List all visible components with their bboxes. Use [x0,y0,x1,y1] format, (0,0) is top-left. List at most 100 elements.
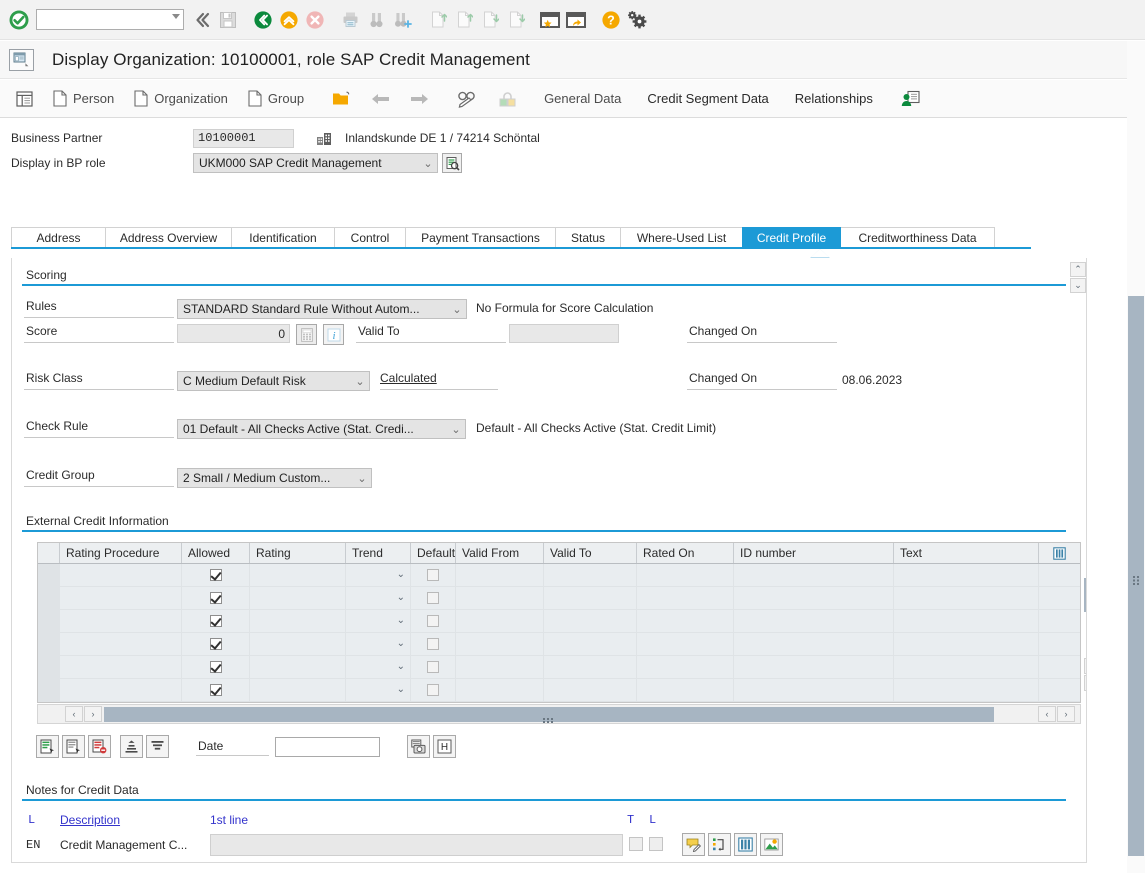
cell-rated-on[interactable] [637,633,734,655]
cell-rating[interactable] [250,679,346,701]
cell-rating-procedure[interactable] [60,679,182,701]
default-checkbox[interactable] [427,592,439,604]
table-scroll-up-button[interactable]: ⌃ [1084,658,1086,674]
cell-rating-procedure[interactable] [60,564,182,586]
cell-valid-to[interactable] [544,656,637,678]
date-input[interactable] [275,736,380,757]
cell-valid-to[interactable] [544,587,637,609]
command-field[interactable] [36,9,184,30]
cell-rated-on[interactable] [637,656,734,678]
chevron-down-icon[interactable]: ⌄ [397,592,405,603]
cell-text[interactable] [894,587,1039,609]
snapshot-button[interactable] [407,735,430,758]
table-row[interactable]: ⌄ [38,633,1080,656]
cell-id-number[interactable] [734,656,894,678]
scroll-far-right-button[interactable]: › [1057,706,1075,722]
lock-button[interactable] [492,84,524,114]
col-allowed[interactable]: Allowed [182,543,250,563]
back-double-chevron-icon[interactable] [189,6,215,34]
cell-row-selector[interactable] [38,564,60,586]
cell-rating[interactable] [250,656,346,678]
group-button[interactable]: Group [242,84,310,114]
cell-row-selector[interactable] [38,656,60,678]
cell-text[interactable] [894,610,1039,632]
business-partner-card-button[interactable] [895,84,926,114]
cell-valid-to[interactable] [544,610,637,632]
credit-group-select[interactable]: 2 Small / Medium Custom... ⌄ [177,468,372,488]
cell-rated-on[interactable] [637,679,734,701]
notes-col-description[interactable]: Description [60,813,120,827]
cell-rating[interactable] [250,564,346,586]
cell-valid-to[interactable] [544,564,637,586]
cancel-red-x-icon[interactable] [302,6,328,34]
tab-status[interactable]: Status [555,227,621,248]
history-button[interactable]: H [433,735,456,758]
tab-address[interactable]: Address [11,227,106,248]
col-rating[interactable]: Rating [250,543,346,563]
default-checkbox[interactable] [427,569,439,581]
scroll-far-left-button[interactable]: ‹ [1038,706,1056,722]
allowed-checkbox[interactable] [209,569,222,581]
default-checkbox[interactable] [427,684,439,696]
relationships-button[interactable]: Relationships [783,84,879,114]
chevron-down-icon[interactable]: ⌄ [397,661,405,672]
col-rating-procedure[interactable]: Rating Procedure [60,543,182,563]
insert-row-button[interactable] [36,735,59,758]
col-id-number[interactable]: ID number [734,543,894,563]
chevron-down-icon[interactable] [172,14,180,19]
chevron-down-icon[interactable]: ⌄ [449,423,463,436]
notes-row-first-line-input[interactable] [210,834,623,856]
cell-row-selector[interactable] [38,587,60,609]
cell-valid-from[interactable] [456,633,544,655]
table-vertical-scrollbar-thumb[interactable] [1084,578,1086,612]
display-overview-button[interactable] [10,84,39,114]
save-floppy-icon[interactable] [215,6,241,34]
cell-allowed[interactable] [182,656,250,678]
cell-allowed[interactable] [182,679,250,701]
chevron-down-icon[interactable]: ⌄ [397,684,405,695]
chevron-down-icon[interactable]: ⌄ [355,472,369,485]
notes-col-t[interactable]: T [627,813,634,827]
help-question-icon[interactable]: ? [598,6,624,34]
cell-row-selector[interactable] [38,610,60,632]
horizontal-scrollbar-thumb[interactable] [104,707,994,723]
create-shortcut-icon[interactable] [563,6,589,34]
cell-default[interactable] [411,656,456,678]
notes-col-l[interactable]: L [649,813,656,827]
first-page-icon[interactable] [424,6,450,34]
chevron-down-icon[interactable]: ⌄ [353,375,367,388]
find-next-binoculars-icon[interactable] [389,6,415,34]
cell-row-selector[interactable] [38,679,60,701]
tab-credit-profile[interactable]: Credit Profile [742,227,841,248]
cell-default[interactable] [411,564,456,586]
notes-row-t-checkbox[interactable] [629,837,643,851]
content-scroll-down-button[interactable]: ⌄ [1070,278,1086,293]
cell-trend[interactable]: ⌄ [346,564,411,586]
credit-segment-data-button[interactable]: Credit Segment Data [635,84,774,114]
general-data-button[interactable]: General Data [532,84,627,114]
cell-valid-from[interactable] [456,656,544,678]
allowed-checkbox[interactable] [209,592,222,604]
scroll-left-button[interactable]: ‹ [65,706,83,722]
customize-local-layout-icon[interactable] [624,6,650,34]
cell-valid-from[interactable] [456,679,544,701]
col-default[interactable]: Default [411,543,456,563]
print-icon[interactable] [337,6,363,34]
forward-arrow-button[interactable] [404,84,435,114]
window-vertical-scrollbar-thumb[interactable] [1128,296,1144,856]
scroll-right-button[interactable]: › [84,706,102,722]
information-i-icon[interactable]: i [323,324,344,345]
cell-text[interactable] [894,656,1039,678]
enter-ok-green-check-icon[interactable] [8,9,30,31]
cell-id-number[interactable] [734,610,894,632]
col-row-selector[interactable] [38,543,60,563]
filter-button[interactable] [146,735,169,758]
edit-note-button[interactable] [682,833,705,856]
cell-default[interactable] [411,610,456,632]
copy-row-button[interactable] [62,735,85,758]
cell-rated-on[interactable] [637,564,734,586]
switch-display-change-button[interactable] [451,84,484,114]
table-row[interactable]: ⌄ [38,679,1080,702]
create-new-session-icon[interactable] [537,6,563,34]
content-scroll-up-button[interactable]: ⌃ [1070,262,1086,277]
